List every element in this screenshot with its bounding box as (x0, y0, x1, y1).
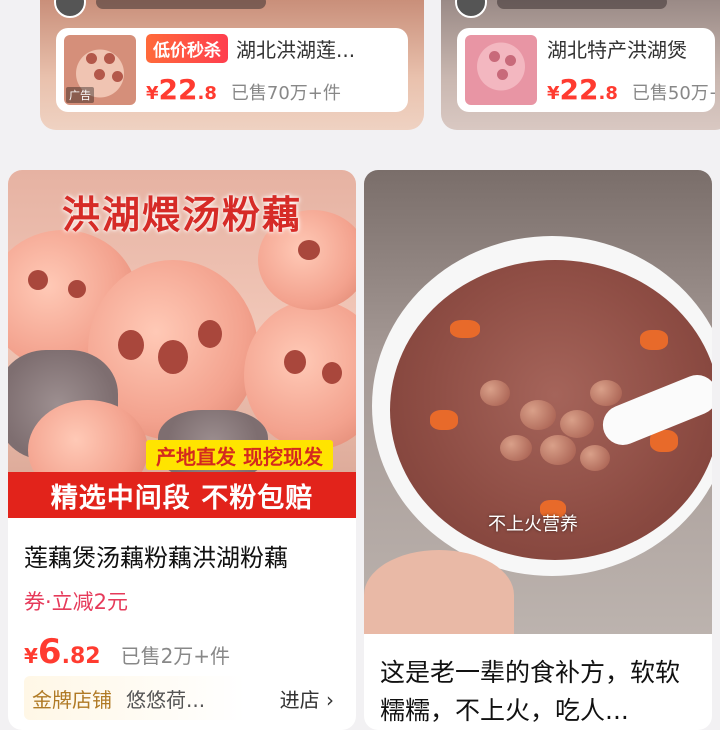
flash-sale-badge: 低价秒杀 (146, 34, 228, 63)
ad-card-right[interactable]: 湖北特产洪湖煲 ¥22.8 已售50万+ (441, 0, 720, 130)
shop-name: 悠悠荷... (126, 687, 206, 712)
enter-shop-link[interactable]: 进店 › (280, 684, 334, 713)
ad-author-row (54, 0, 266, 18)
product-image[interactable]: 洪湖煨汤粉藕 产地直发 现挖现发 精选中间段 不粉包赔 (8, 170, 356, 518)
ad-price: ¥22.8 (547, 73, 618, 106)
content-card-soup[interactable]: 不上火营养 这是老一辈的食补方，软软糯糯，不上火，吃人... (364, 170, 712, 730)
shop-row[interactable]: 金牌店铺 悠悠荷... 进店 › (24, 676, 340, 720)
promo-badge-guarantee: 精选中间段 不粉包赔 (8, 472, 356, 518)
ad-title: 湖北特产洪湖煲 (547, 38, 687, 62)
ad-tag: 广告 (66, 87, 94, 103)
promo-badge-origin: 产地直发 现挖现发 (146, 440, 333, 470)
product-title[interactable]: 莲藕煲汤藕粉藕洪湖粉藕 (24, 538, 288, 573)
product-card-lotus-root[interactable]: 洪湖煨汤粉藕 产地直发 现挖现发 精选中间段 不粉包赔 莲藕煲汤藕粉藕洪湖粉藕 … (8, 170, 356, 730)
content-image[interactable]: 不上火营养 (364, 170, 712, 634)
ad-product-panel[interactable]: 广告 低价秒杀 湖北洪湖莲... ¥22.8 已售70万+件 (56, 28, 408, 112)
author-avatar (455, 0, 487, 18)
ad-product-panel[interactable]: 湖北特产洪湖煲 ¥22.8 已售50万+ (457, 28, 715, 112)
content-title[interactable]: 这是老一辈的食补方，软软糯糯，不上火，吃人... (380, 654, 700, 730)
author-name-obscured (96, 0, 266, 9)
ad-card-left[interactable]: 广告 低价秒杀 湖北洪湖莲... ¥22.8 已售70万+件 (40, 0, 424, 130)
image-headline: 洪湖煨汤粉藕 (61, 193, 302, 237)
ad-thumbnail: 广告 (64, 35, 136, 105)
ad-author-row (455, 0, 667, 18)
ad-sold-count: 已售70万+件 (230, 83, 341, 104)
image-caption: 不上火营养 (488, 514, 578, 535)
author-avatar (54, 0, 86, 18)
shop-tier-badge: 金牌店铺 (32, 687, 112, 712)
ad-thumbnail (465, 35, 537, 105)
price-row: ¥6.82 已售2万+件 (24, 632, 230, 672)
product-price: ¥6.82 (24, 632, 101, 672)
hand-shape (364, 550, 514, 634)
coupon-label: 券·立减2元 (24, 590, 129, 614)
ad-title: 湖北洪湖莲... (236, 38, 356, 62)
author-name-obscured (497, 0, 667, 9)
ad-price: ¥22.8 (146, 73, 217, 106)
sold-count: 已售2万+件 (120, 644, 231, 668)
ad-sold-count: 已售50万+ (631, 83, 715, 104)
